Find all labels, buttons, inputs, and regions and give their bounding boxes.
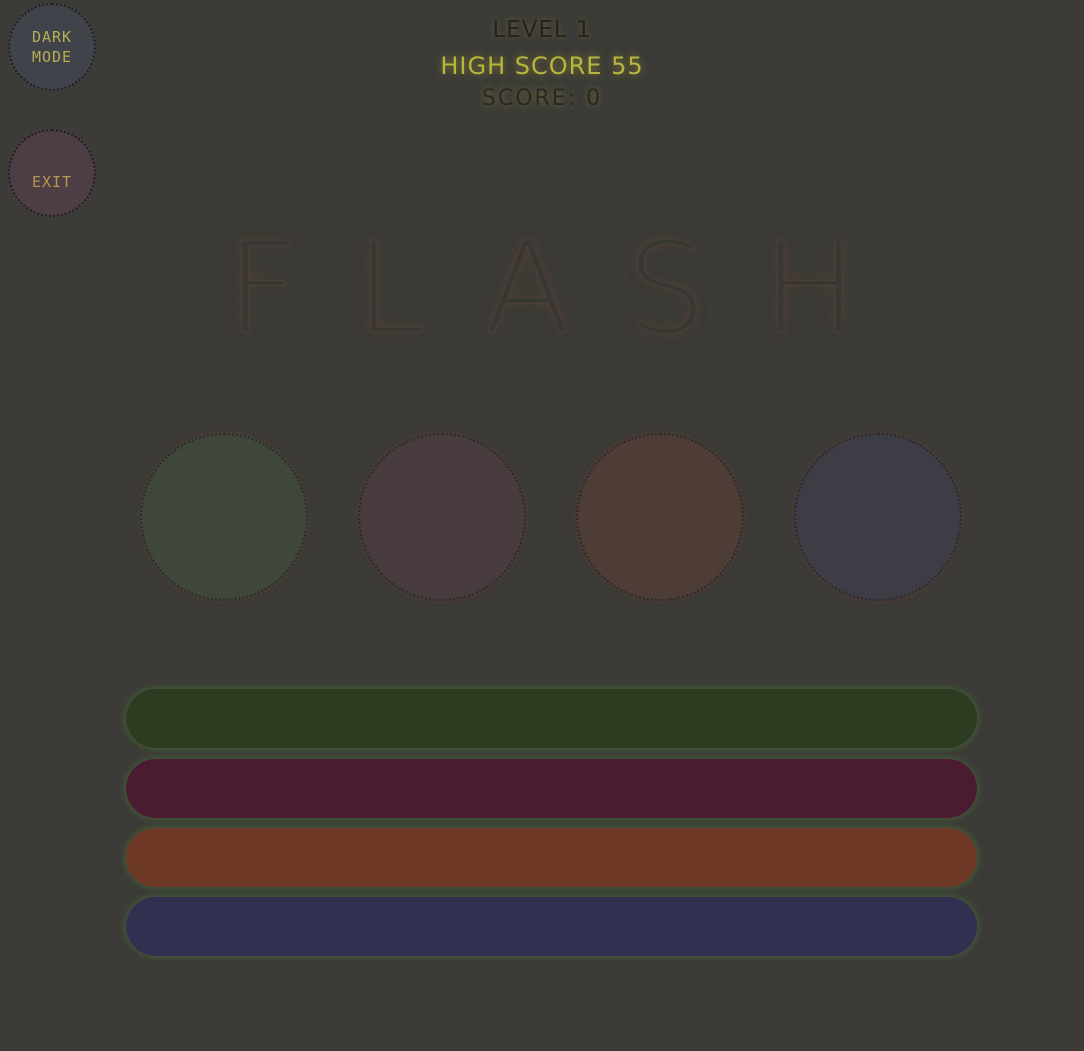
maroon-flash-light [358,433,526,601]
exit-button[interactable]: EXIT [8,129,96,217]
orange-answer-bar[interactable] [126,828,977,887]
exit-label: EXIT [31,173,73,191]
orange-flash-light [576,433,744,601]
green-answer-bar[interactable] [126,689,977,748]
score-display: SCORE: 0 [481,86,603,111]
game-title: FLASH [226,215,914,363]
game-screen: DARK MODE EXIT LEVEL 1 HIGH SCORE 55 SCO… [0,0,1084,1051]
maroon-answer-bar[interactable] [126,759,977,818]
high-score-display: HIGH SCORE 55 [440,52,644,80]
blue-answer-bar[interactable] [126,897,977,956]
green-flash-light [140,433,308,601]
blue-flash-light [794,433,962,601]
level-display: LEVEL 1 [492,17,592,43]
